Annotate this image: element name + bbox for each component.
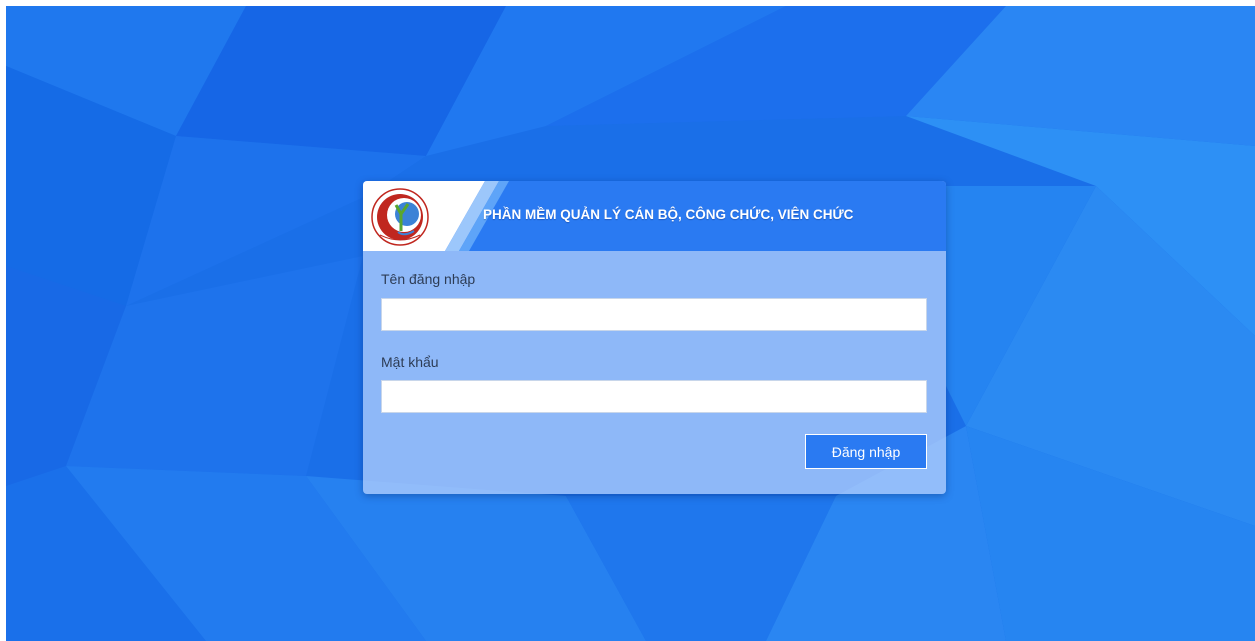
login-button[interactable]: Đăng nhập <box>805 434 927 469</box>
password-label: Mật khẩu <box>381 354 439 370</box>
app-title: PHẦN MỀM QUẢN LÝ CÁN BỘ, CÔNG CHỨC, VIÊN… <box>483 207 854 222</box>
card-header: PHẦN MỀM QUẢN LÝ CÁN BỘ, CÔNG CHỨC, VIÊN… <box>363 181 946 251</box>
login-card: PHẦN MỀM QUẢN LÝ CÁN BỘ, CÔNG CHỨC, VIÊN… <box>363 181 946 494</box>
password-input[interactable] <box>381 380 927 413</box>
username-input[interactable] <box>381 298 927 331</box>
login-page: PHẦN MỀM QUẢN LÝ CÁN BỘ, CÔNG CHỨC, VIÊN… <box>6 6 1255 641</box>
username-label: Tên đăng nhập <box>381 271 476 287</box>
organization-logo-icon <box>371 188 429 246</box>
